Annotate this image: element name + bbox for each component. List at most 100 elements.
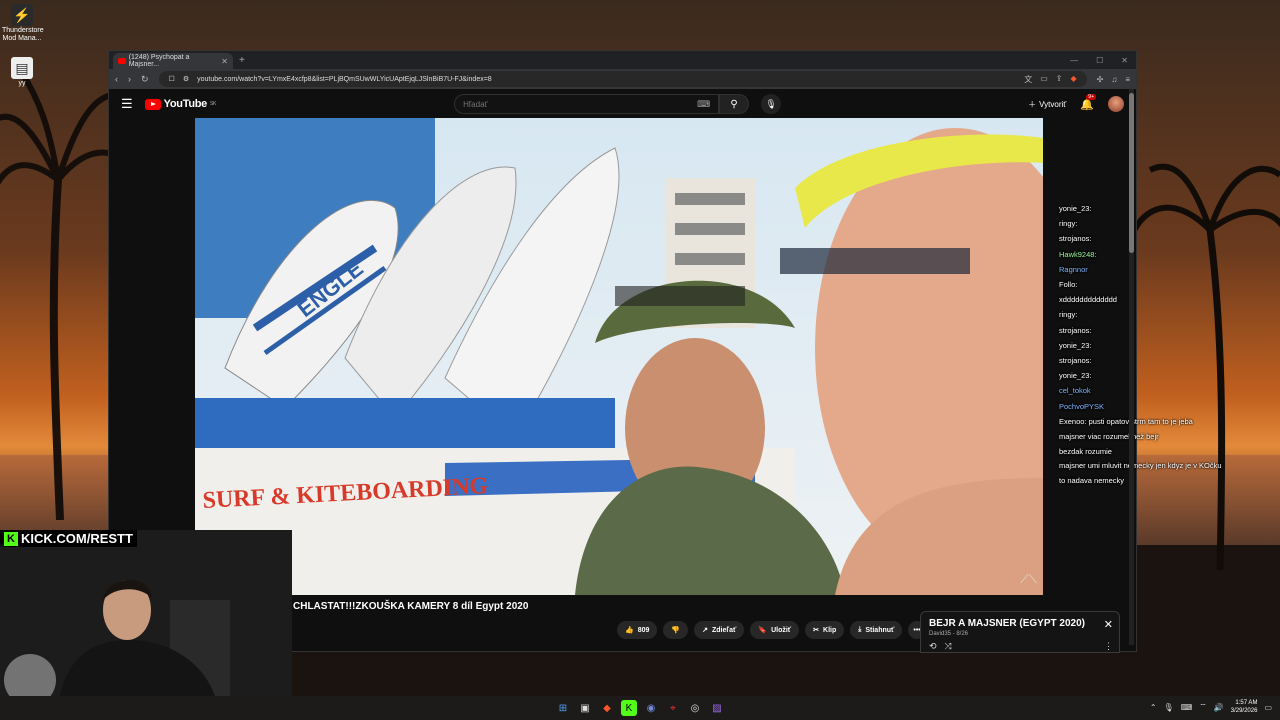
chat-user: Ragnnor — [1059, 264, 1088, 274]
close-icon[interactable]: ✕ — [1104, 618, 1113, 631]
volume-icon[interactable]: 🔊 — [1214, 703, 1224, 712]
chat-user: strojanos: — [1059, 325, 1092, 335]
thunderstore-icon: ⚡ — [11, 4, 33, 26]
chat-text: majsner umi mluvit nemecky jen kdyz je v… — [1059, 461, 1222, 471]
playlist-menu-icon[interactable]: ⋮ — [1104, 641, 1113, 652]
webcam-overlay — [0, 530, 292, 696]
search-button[interactable]: ⚲ — [719, 94, 750, 114]
chat-message: to nadava nemecky — [1059, 473, 1134, 488]
translate-icon[interactable]: 文 — [1024, 74, 1032, 85]
logo-country: SK — [209, 101, 217, 107]
search-icon: ⚲ — [730, 98, 738, 110]
clock-date: 3/29/2026 — [1230, 708, 1258, 714]
loop-icon[interactable]: ⟲ — [929, 641, 937, 652]
back-icon[interactable]: ‹ — [115, 74, 118, 84]
maximize-icon[interactable]: ☐ — [1096, 56, 1103, 65]
close-window-icon[interactable]: ✕ — [1121, 56, 1128, 65]
voice-search-button[interactable]: 🎙 — [761, 94, 782, 114]
avatar[interactable] — [1108, 96, 1124, 112]
close-tab-icon[interactable]: ✕ — [221, 57, 228, 66]
search-input[interactable] — [463, 99, 698, 109]
network-icon[interactable]: ⌨ — [1181, 703, 1193, 712]
brave-shield-icon[interactable]: ◆ — [1070, 74, 1076, 85]
desktop-icon-file[interactable]: ▤ yy — [2, 57, 42, 88]
wifi-icon[interactable]: ⌔ — [1199, 702, 1207, 712]
music-icon[interactable]: ♫ — [1111, 75, 1117, 84]
microphone-tray-icon[interactable]: 🎙 — [1164, 703, 1174, 712]
url-field[interactable]: ☐ ⚙ youtube.com/watch?v=LYmxE4xcfp8&list… — [158, 71, 1087, 87]
cast-icon[interactable]: ▭ — [1040, 74, 1048, 85]
kick-logo-icon: K — [4, 531, 18, 546]
chat-text: xddddddddddddd — [1059, 295, 1117, 305]
browser-tab[interactable]: (1248) Psychopat a Majsner... ✕ — [113, 53, 233, 69]
extensions-icon[interactable]: ✣ — [1097, 75, 1104, 84]
playlist-title: BEJR A MAJSNER (EGYPT 2020) — [929, 618, 1085, 629]
webcam-frame — [0, 530, 292, 696]
share-icon[interactable]: ⇪ — [1056, 74, 1063, 85]
chat-user: strojanos: — [1059, 234, 1092, 244]
discord-icon[interactable]: ◉ — [643, 700, 659, 716]
kick-app-icon[interactable]: K — [621, 700, 637, 716]
minimize-icon[interactable]: — — [1070, 56, 1078, 65]
scrollbar-thumb[interactable] — [1129, 93, 1134, 253]
site-info-icon[interactable]: ⚙ — [183, 75, 189, 83]
plus-icon: ＋ — [1028, 99, 1037, 109]
video-player[interactable]: ENGLE SURF & KITEBOARDING ⟋⟍ — [195, 118, 1043, 595]
address-bar-row: ‹ › ↻ ☐ ⚙ youtube.com/watch?v=LYmxE4xcfp… — [109, 69, 1136, 89]
scissors-icon: ✂ — [813, 627, 820, 634]
hamburger-menu-icon[interactable]: ☰ — [121, 96, 133, 112]
notifications-button[interactable]: 🔔 9+ — [1080, 93, 1096, 111]
page-scrollbar[interactable] — [1129, 89, 1134, 645]
bookmark-icon[interactable]: ☐ — [169, 75, 175, 83]
thumbs-up-icon: 👍 — [625, 627, 634, 634]
desktop-icon-label: yy — [18, 80, 26, 87]
desktop-icon-label: Thunderstore Mod Mana... — [2, 27, 44, 42]
share-button[interactable]: ↗ Zdieľať — [694, 621, 745, 639]
shuffle-icon[interactable]: ⤨ — [945, 641, 952, 652]
chat-message: xddddddddddddd — [1059, 292, 1134, 307]
chat-user: Exenoo: — [1059, 416, 1087, 426]
brave-browser-icon[interactable]: ◆ — [599, 700, 615, 716]
tab-title: (1248) Psychopat a Majsner... — [128, 54, 190, 68]
playlist-controls: ⟲ ⤨ — [929, 641, 952, 652]
youtube-logo[interactable]: YouTube SK — [144, 98, 217, 110]
chat-user: cel_tokok — [1059, 386, 1091, 396]
clip-button[interactable]: ✂ Klip — [805, 621, 845, 639]
chat-overlay: yonie_23: ringy: strojanos: Hawk9248: Ra… — [1059, 201, 1222, 489]
chat-user: yonie_23: — [1059, 204, 1092, 213]
download-button[interactable]: ⤓ Stiahnuť — [850, 621, 903, 639]
like-button[interactable]: 👍 809 — [617, 621, 658, 639]
window-controls: — ☐ ✕ — [1070, 56, 1136, 65]
obs-icon[interactable]: ◎ — [687, 700, 703, 716]
clock[interactable]: 1:57 AM 3/29/2026 — [1231, 699, 1258, 715]
twitch-icon[interactable]: ▨ — [709, 700, 725, 716]
chat-message: strojanos: — [1059, 353, 1134, 368]
clip-label: Klip — [823, 626, 837, 634]
forward-icon[interactable]: › — [128, 74, 131, 84]
desktop-icon-thunderstore[interactable]: ⚡ Thunderstore Mod Mana... — [2, 4, 44, 43]
save-button[interactable]: 🔖 Uložiť — [750, 621, 800, 639]
chat-message: ringy: — [1059, 216, 1134, 231]
playlist-panel: BEJR A MAJSNER (EGYPT 2020) David35 - 8/… — [920, 611, 1120, 653]
kick-label: KICK.COM/RESTT — [21, 531, 133, 546]
windows-start-icon[interactable]: ⊞ — [555, 700, 571, 716]
task-view-icon[interactable]: ▣ — [577, 700, 593, 716]
toolbar-extensions: ✣ ♫ ≡ — [1097, 75, 1130, 84]
file-icon: ▤ — [11, 57, 33, 79]
map-pin-icon[interactable]: ⌖ — [665, 700, 681, 716]
menu-icon[interactable]: ≡ — [1125, 75, 1130, 84]
reload-icon[interactable]: ↻ — [141, 74, 149, 85]
chat-message: ringy: — [1059, 307, 1134, 322]
create-button[interactable]: ＋ Vytvoriť — [1028, 99, 1066, 110]
keyboard-icon[interactable]: ⌨ — [697, 99, 710, 110]
download-label: Stiahnuť — [865, 626, 895, 634]
new-tab-button[interactable]: + — [239, 55, 245, 66]
taskbar-apps: ⊞ ▣ ◆ K ◉ ⌖ ◎ ▨ — [555, 700, 725, 716]
channel-watermark-icon[interactable]: ⟋⟍ — [1020, 572, 1037, 587]
youtube-play-icon — [144, 98, 161, 110]
share-label: Zdieľať — [712, 626, 737, 634]
chevron-up-icon[interactable]: ⌃ — [1150, 703, 1157, 712]
dislike-button[interactable]: 👎 — [663, 621, 689, 639]
notification-center-icon[interactable]: ▭ — [1264, 703, 1272, 712]
chat-user: yonie_23: — [1059, 340, 1092, 350]
